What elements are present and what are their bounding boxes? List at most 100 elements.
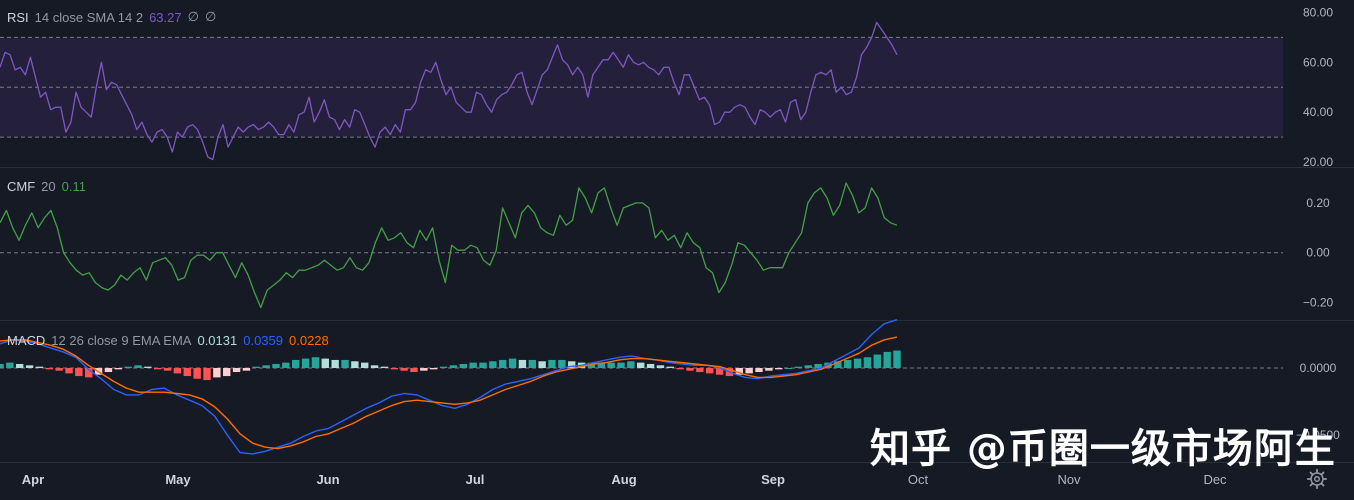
macd-histogram-bar xyxy=(499,359,507,368)
cmf-legend-value: 0.11 xyxy=(61,179,86,194)
macd-histogram-bar xyxy=(548,359,556,368)
macd-histogram-bar xyxy=(518,359,527,368)
macd-histogram-bar xyxy=(479,362,487,368)
macd-histogram-bar xyxy=(804,365,812,368)
macd-histogram-bar xyxy=(25,365,34,368)
rsi-y-tick: 60.00 xyxy=(1303,55,1333,69)
macd-histogram-bar xyxy=(144,366,152,368)
macd-histogram-bar xyxy=(282,362,290,368)
x-axis-tick: Jul xyxy=(466,472,485,487)
macd-histogram-bar xyxy=(203,368,211,381)
x-axis-tick: Dec xyxy=(1203,472,1227,487)
macd-histogram-bar xyxy=(0,363,4,368)
macd-histogram-bar xyxy=(420,368,428,371)
x-axis-tick: Nov xyxy=(1057,472,1081,487)
cmf-y-tick: −0.20 xyxy=(1303,296,1334,310)
x-axis-tick: Apr xyxy=(22,472,44,487)
rsi-y-tick: 40.00 xyxy=(1303,105,1333,119)
macd-histogram-bar xyxy=(213,368,221,378)
macd-histogram-bar xyxy=(223,368,231,377)
cmf-legend-title: CMF xyxy=(7,179,36,194)
x-axis-tick: Sep xyxy=(761,472,785,487)
signal-line xyxy=(0,336,898,450)
macd-histogram-bar xyxy=(666,366,674,368)
macd-histogram-bar xyxy=(686,368,694,371)
macd-legend-params: 12 26 close 9 EMA EMA xyxy=(51,333,192,348)
rsi-legend-params: 14 close SMA 14 2 xyxy=(34,9,144,25)
cmf-y-tick: 0.20 xyxy=(1306,196,1330,210)
macd-histogram-bar xyxy=(617,362,625,368)
macd-legend[interactable]: MACD 12 26 close 9 EMA EMA 0.0131 0.0359… xyxy=(7,333,329,348)
watermark: 知乎 @币圈一级市场阿生 xyxy=(870,426,1336,472)
rsi-legend-title: RSI xyxy=(7,9,29,25)
macd-histogram-bar xyxy=(124,366,132,368)
macd-histogram-bar xyxy=(351,361,359,368)
macd-histogram-bar xyxy=(272,363,280,368)
cmf-y-tick: 0.00 xyxy=(1306,246,1330,260)
macd-legend-macd: 0.0359 xyxy=(243,333,283,348)
macd-histogram-bar xyxy=(755,368,763,373)
macd-histogram-bar xyxy=(558,359,566,368)
macd-y-tick: 0.0000 xyxy=(1300,361,1337,375)
macd-histogram-bar xyxy=(163,368,172,371)
macd-histogram-bar xyxy=(183,368,191,377)
rsi-legend-extra2: ∅ xyxy=(204,9,217,24)
macd-histogram-bar xyxy=(6,362,14,368)
macd-histogram-bar xyxy=(114,368,122,370)
macd-histogram-bar xyxy=(459,363,467,368)
macd-histogram-bar xyxy=(775,368,783,370)
cmf-legend[interactable]: CMF 20 0.11 xyxy=(7,179,86,194)
macd-histogram-bar xyxy=(75,368,83,377)
macd-histogram-bar xyxy=(173,368,182,374)
macd-histogram-bar xyxy=(65,368,73,374)
macd-histogram-bar xyxy=(439,366,448,368)
macd-histogram-bar xyxy=(873,354,881,368)
macd-histogram-bar xyxy=(489,361,497,368)
macd-legend-signal: 0.0228 xyxy=(289,333,329,348)
macd-histogram-bar xyxy=(853,358,862,368)
macd-histogram-bar xyxy=(252,366,260,368)
macd-histogram-bar xyxy=(361,362,369,368)
macd-histogram-bar xyxy=(528,359,536,368)
macd-histogram-bar xyxy=(301,358,310,368)
macd-histogram-bar xyxy=(400,368,408,371)
macd-histogram-bar xyxy=(637,362,645,368)
macd-histogram-bar xyxy=(745,368,753,374)
macd-histogram-bar xyxy=(706,368,714,374)
macd-histogram-bar xyxy=(292,359,300,368)
macd-histogram-bar xyxy=(469,362,477,368)
x-axis-tick: Jun xyxy=(316,472,339,487)
macd-histogram-bar xyxy=(262,365,270,368)
macd-histogram-bar xyxy=(154,368,162,370)
macd-histogram-bar xyxy=(45,368,53,370)
macd-histogram-bar xyxy=(232,368,241,373)
rsi-legend-extra1: ∅ xyxy=(187,9,199,24)
rsi-legend-value: 63.27 xyxy=(149,9,182,25)
macd-histogram-bar xyxy=(646,363,655,368)
macd-legend-title: MACD xyxy=(7,333,46,348)
macd-histogram-bar xyxy=(696,368,704,373)
macd-histogram-bar xyxy=(430,368,438,370)
rsi-y-tick: 80.00 xyxy=(1303,5,1333,19)
macd-histogram-bar xyxy=(508,358,517,368)
macd-histogram-bar xyxy=(104,368,113,373)
macd-histogram-bar xyxy=(193,368,201,379)
macd-histogram-bar xyxy=(390,368,398,370)
rsi-legend[interactable]: RSI 14 close SMA 14 2 63.27 ∅ ∅ xyxy=(7,9,216,25)
x-axis-tick: Oct xyxy=(908,472,929,487)
macd-histogram-bar xyxy=(863,357,872,368)
x-axis-tick: May xyxy=(165,472,191,487)
macd-legend-hist: 0.0131 xyxy=(197,333,238,348)
macd-histogram-bar xyxy=(607,362,615,368)
cmf-line xyxy=(0,182,898,309)
macd-histogram-bar xyxy=(794,366,803,368)
macd-histogram-bar xyxy=(35,366,44,368)
macd-histogram-bar xyxy=(410,368,418,373)
macd-histogram-bar xyxy=(134,365,142,368)
macd-histogram-bar xyxy=(676,368,684,370)
cmf-legend-params: 20 xyxy=(41,179,56,194)
macd-histogram-bar xyxy=(341,359,349,368)
macd-histogram-bar xyxy=(784,368,793,369)
macd-histogram-bar xyxy=(242,368,251,371)
gear-icon[interactable] xyxy=(1306,468,1328,490)
